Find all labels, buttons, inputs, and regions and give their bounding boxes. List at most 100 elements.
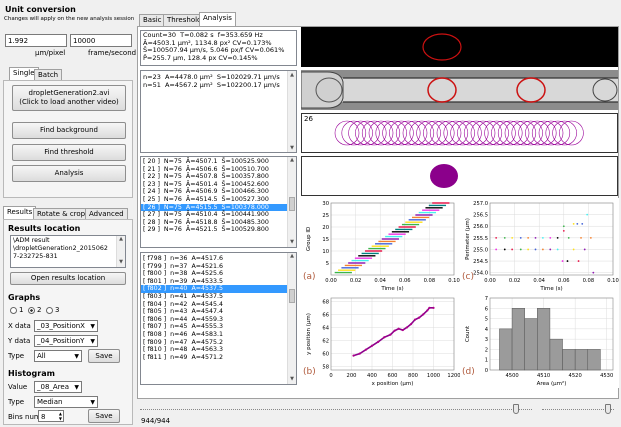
list-item[interactable]: [ 20 ] N=75 Ā=4507.1 S̄=100525.900 bbox=[141, 158, 296, 166]
scroll-down-icon[interactable]: ▼ bbox=[288, 144, 296, 152]
x-tick-label: 0.08 bbox=[424, 278, 436, 284]
list-item[interactable]: [ f804 ] n=42 A=4545.4 bbox=[141, 301, 296, 309]
slider-track bbox=[140, 409, 532, 410]
chevron-down-icon: ▼ bbox=[90, 338, 95, 345]
results-location-path: \ADM result \dropletGeneration2_2015062 … bbox=[13, 237, 108, 260]
histogram-type-label: Type bbox=[8, 398, 25, 406]
x-tick-label: 200 bbox=[347, 373, 357, 379]
list-item[interactable]: [ f809 ] n=47 A=4575.2 bbox=[141, 339, 296, 347]
slider-thumb[interactable] bbox=[605, 404, 611, 414]
graph-radio-2[interactable]: 2 bbox=[28, 306, 41, 314]
list-item[interactable]: [ f802 ] n=40 A=4537.5 bbox=[141, 285, 296, 293]
list-item[interactable]: [ f799 ] n=37 A=4521.6 bbox=[141, 263, 296, 271]
y-tick-label: 256.5 bbox=[473, 213, 488, 219]
save-graph-button[interactable]: Save bbox=[88, 349, 120, 363]
detail-list-scrollbar[interactable]: ▲ ▼ bbox=[287, 71, 296, 152]
scroll-down-icon[interactable]: ▼ bbox=[288, 239, 296, 247]
radio-checked-icon bbox=[28, 306, 35, 314]
chevron-down-icon: ▼ bbox=[90, 323, 95, 330]
x-tick-label: 0.04 bbox=[374, 278, 386, 284]
droplet-detail-list[interactable]: n=23 A=4478.0 μm² S=102029.71 μm/s n=51 … bbox=[140, 70, 297, 153]
list-item[interactable]: [ f801 ] n=39 A=4533.5 bbox=[141, 278, 296, 286]
data-point bbox=[572, 223, 575, 225]
x-tick-label: 400 bbox=[367, 373, 377, 379]
list-item[interactable]: [ f798 ] n=36 A=4517.6 bbox=[141, 255, 296, 263]
speed-slider[interactable] bbox=[542, 404, 614, 414]
data-point bbox=[503, 236, 506, 239]
tab-analysis[interactable]: Analysis bbox=[199, 12, 236, 26]
droplet-image-top bbox=[301, 27, 618, 67]
list-item[interactable]: [ f807 ] n=45 A=4555.3 bbox=[141, 323, 296, 331]
list-item[interactable]: n=51 A=4567.2 μm² S=102200.17 μm/s bbox=[141, 81, 296, 89]
find-background-button[interactable]: Find background bbox=[12, 122, 126, 139]
results-location-scrollbar[interactable]: ▲ ▼ bbox=[116, 236, 125, 267]
list-item[interactable]: [ f808 ] n=46 A=4583.1 bbox=[141, 331, 296, 339]
list-item[interactable]: [ f811 ] n=49 A=4571.2 bbox=[141, 354, 296, 362]
scroll-down-icon[interactable]: ▼ bbox=[288, 376, 296, 384]
find-threshold-button[interactable]: Find threshold bbox=[12, 144, 126, 161]
panel-label: (d) bbox=[462, 367, 475, 377]
data-point bbox=[581, 223, 584, 225]
list-item[interactable]: [ f805 ] n=43 A=4547.4 bbox=[141, 308, 296, 316]
x-axis-label: Time (s) bbox=[380, 286, 403, 292]
y-tick-label: 66 bbox=[322, 312, 329, 318]
save-histogram-button[interactable]: Save bbox=[88, 409, 120, 423]
histogram-type-select[interactable]: Median ▼ bbox=[34, 396, 98, 408]
scroll-thumb[interactable] bbox=[289, 197, 295, 211]
scroll-thumb[interactable] bbox=[289, 289, 295, 303]
x-tick-label: 4530 bbox=[600, 373, 613, 379]
slider-thumb[interactable] bbox=[513, 404, 519, 414]
scroll-up-icon[interactable]: ▲ bbox=[117, 236, 125, 244]
unit-conversion-note: Changes will apply on the new analysis s… bbox=[4, 16, 135, 22]
data-point bbox=[556, 236, 559, 239]
load-video-button[interactable]: dropletGeneration2.avi (Click to load an… bbox=[12, 85, 126, 111]
list-item[interactable]: [ 29 ] N=76 Ā=4521.5 S̄=100529.800 bbox=[141, 226, 296, 234]
frame-list-scrollbar[interactable]: ▲ ▼ bbox=[287, 253, 296, 384]
scroll-down-icon[interactable]: ▼ bbox=[117, 259, 125, 267]
scroll-up-icon[interactable]: ▲ bbox=[288, 71, 296, 79]
graph-radio-1[interactable]: 1 bbox=[10, 306, 23, 314]
droplet-contour bbox=[422, 33, 462, 61]
histogram-value-select[interactable]: _08_Area ▼ bbox=[34, 381, 82, 393]
analysis-button[interactable]: Analysis bbox=[12, 165, 126, 182]
list-item[interactable]: [ 27 ] N=75 Ā=4510.4 S̄=100441.900 bbox=[141, 211, 296, 219]
graph-radio-3[interactable]: 3 bbox=[46, 306, 59, 314]
list-item[interactable]: [ f803 ] n=41 A=4537.5 bbox=[141, 293, 296, 301]
y-data-select[interactable]: _04_PositionY ▼ bbox=[34, 335, 98, 347]
stepper-arrows-icon[interactable]: ▲ ▼ bbox=[59, 411, 62, 421]
histogram-bar bbox=[537, 308, 551, 371]
x-tick-label: 600 bbox=[388, 373, 398, 379]
group-list-scrollbar[interactable]: ▲ ▼ bbox=[287, 157, 296, 247]
scroll-up-icon[interactable]: ▲ bbox=[288, 157, 296, 165]
bins-num-stepper[interactable]: 8 ▲ ▼ bbox=[38, 410, 64, 422]
list-item[interactable]: [ f800 ] n=38 A=4525.6 bbox=[141, 270, 296, 278]
data-point bbox=[393, 329, 396, 332]
tab-results[interactable]: Results bbox=[3, 206, 37, 220]
data-point bbox=[566, 260, 569, 262]
y-tick-label: 68 bbox=[322, 299, 329, 305]
x-tick-label: 0.06 bbox=[558, 278, 570, 284]
list-item[interactable]: [ f806 ] n=44 A=4559.3 bbox=[141, 316, 296, 324]
list-item[interactable]: [ 22 ] N=75 Ā=4507.8 S̄=100357.800 bbox=[141, 173, 296, 181]
channel-inlet bbox=[300, 71, 344, 109]
scroll-up-icon[interactable]: ▲ bbox=[288, 253, 296, 261]
open-results-location-button[interactable]: Open results location bbox=[10, 272, 126, 285]
x-data-select[interactable]: _03_PositionX ▼ bbox=[34, 320, 98, 332]
frame-list[interactable]: [ f798 ] n=36 A=4517.6[ f799 ] n=37 A=45… bbox=[140, 252, 297, 385]
list-item[interactable]: [ f810 ] n=48 A=4563.3 bbox=[141, 346, 296, 354]
y-tick-label: 2 bbox=[485, 347, 488, 353]
pixel-size-input[interactable]: 1.992 bbox=[5, 34, 67, 47]
list-item[interactable]: [ 24 ] N=76 Ā=4506.9 S̄=100466.300 bbox=[141, 188, 296, 196]
channel-image-svg bbox=[300, 71, 618, 109]
y-tick-label: 64 bbox=[322, 325, 329, 331]
list-item[interactable]: n=23 A=4478.0 μm² S=102029.71 μm/s bbox=[141, 73, 296, 81]
data-point bbox=[370, 344, 374, 347]
frame-slider[interactable] bbox=[140, 404, 532, 414]
tab-basic[interactable]: Basic bbox=[139, 14, 166, 26]
graph-type-select[interactable]: All ▼ bbox=[34, 350, 82, 362]
group-list[interactable]: [ 20 ] N=75 Ā=4507.1 S̄=100525.900[ 21 ]… bbox=[140, 156, 297, 248]
list-item[interactable]: [ 25 ] N=76 Ā=4514.5 S̄=100527.300 bbox=[141, 196, 296, 204]
frame-rate-input[interactable]: 10000 bbox=[70, 34, 132, 47]
x-tick-label: 0.08 bbox=[583, 278, 595, 284]
summary-line: P̄=255.7 μm, 128.4 px CV=0.145% bbox=[143, 53, 258, 62]
